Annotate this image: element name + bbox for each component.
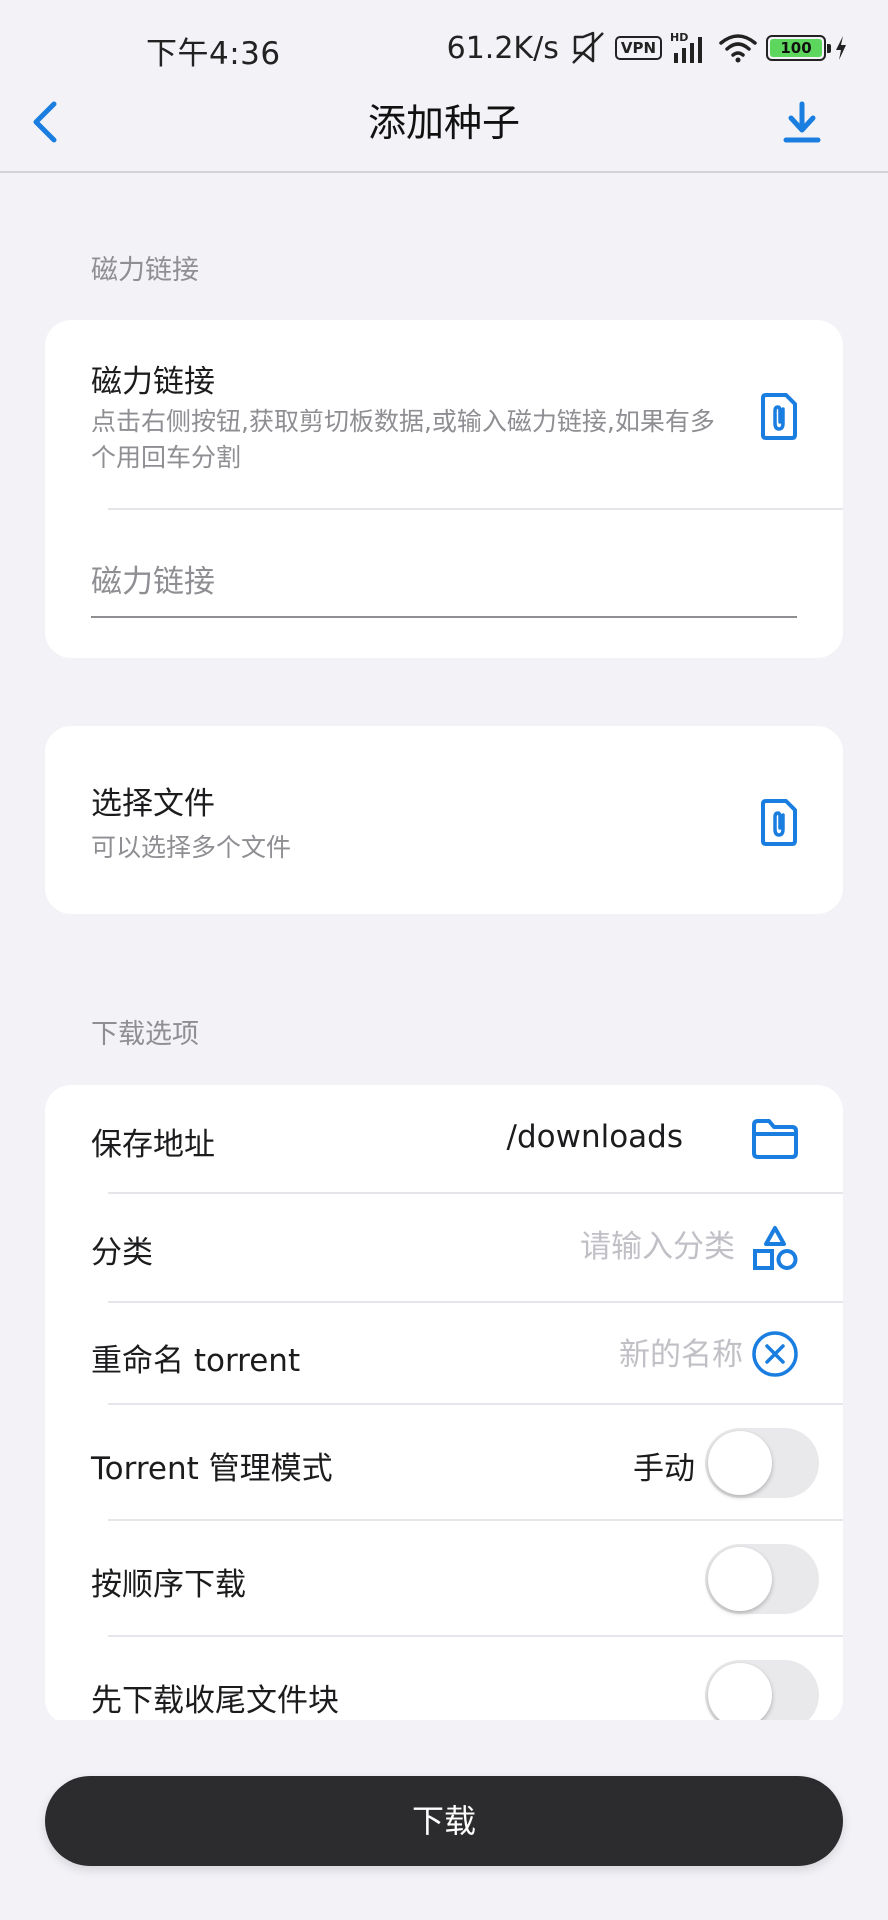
file-subtitle: 可以选择多个文件 — [91, 833, 292, 862]
toggle-knob — [708, 1547, 772, 1611]
section-header-options: 下载选项 — [91, 1019, 199, 1050]
divider — [108, 1192, 843, 1194]
status-time: 下午4:36 — [146, 36, 281, 72]
save-path-label: 保存地址 — [91, 1127, 215, 1163]
status-bar: 下午4:36 61.2K/s VPN HD 100 — [0, 0, 888, 100]
nav-bar: 添加种子 — [0, 100, 888, 173]
first-last-pieces-label: 先下载收尾文件块 — [91, 1683, 339, 1719]
download-icon[interactable] — [782, 100, 822, 146]
battery-level: 100 — [770, 39, 822, 57]
divider — [108, 1635, 843, 1637]
vpn-badge: VPN — [614, 36, 662, 60]
rename-input[interactable] — [445, 1330, 743, 1380]
management-mode-label: Torrent 管理模式 — [91, 1451, 333, 1487]
download-button[interactable]: 下载 — [45, 1776, 843, 1866]
save-path-value[interactable]: /downloads — [507, 1119, 684, 1155]
category-input[interactable] — [375, 1222, 735, 1272]
options-card: 保存地址 /downloads 分类 重命名 torrent Torrent 管… — [45, 1085, 843, 1725]
magnet-input[interactable] — [91, 548, 797, 618]
sequential-download-label: 按顺序下载 — [91, 1567, 246, 1603]
management-mode-value: 手动 — [633, 1451, 695, 1487]
clipboard-icon[interactable] — [760, 798, 798, 846]
signal-icon: HD — [670, 31, 702, 63]
section-header-magnet: 磁力链接 — [91, 255, 199, 286]
category-label: 分类 — [91, 1235, 153, 1271]
folder-icon[interactable] — [751, 1115, 799, 1163]
divider — [108, 1301, 843, 1303]
charging-icon — [836, 36, 846, 60]
toggle-knob — [708, 1663, 772, 1725]
magnet-card: 磁力链接 点击右侧按钮,获取剪切板数据,或输入磁力链接,如果有多个用回车分割 — [45, 320, 843, 658]
file-card[interactable]: 选择文件 可以选择多个文件 — [45, 726, 843, 914]
magnet-subtitle: 点击右侧按钮,获取剪切板数据,或输入磁力链接,如果有多个用回车分割 — [91, 407, 715, 472]
mute-icon — [571, 31, 604, 64]
management-mode-toggle[interactable] — [705, 1428, 819, 1498]
clear-icon[interactable] — [751, 1330, 799, 1378]
divider — [108, 508, 843, 510]
toggle-knob — [708, 1431, 772, 1495]
sequential-download-toggle[interactable] — [705, 1544, 819, 1614]
page-title: 添加种子 — [367, 101, 520, 145]
divider — [108, 1519, 843, 1521]
battery-icon: 100 — [766, 35, 831, 61]
shapes-icon[interactable] — [751, 1225, 799, 1273]
svg-text:HD: HD — [670, 31, 688, 44]
rename-label: 重命名 torrent — [91, 1343, 301, 1379]
status-icons: 61.2K/s VPN HD 100 — [447, 28, 848, 68]
first-last-pieces-toggle[interactable] — [705, 1660, 819, 1725]
divider — [108, 1403, 843, 1405]
magnet-title: 磁力链接 — [91, 364, 215, 400]
network-speed: 61.2K/s — [446, 30, 559, 66]
file-title: 选择文件 — [91, 786, 215, 822]
clipboard-icon[interactable] — [760, 392, 798, 440]
wifi-icon — [719, 34, 757, 63]
